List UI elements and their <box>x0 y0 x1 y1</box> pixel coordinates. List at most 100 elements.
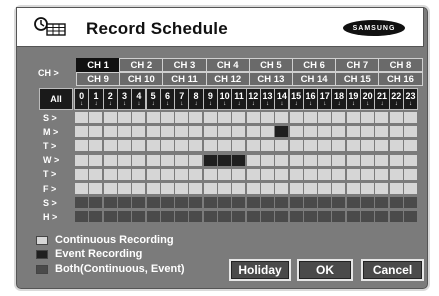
channel-ch10[interactable]: CH 10 <box>119 72 164 86</box>
schedule-cell[interactable] <box>318 197 332 209</box>
schedule-cell[interactable] <box>289 112 303 123</box>
hour-11-button[interactable]: 11 ↓ <box>231 88 247 110</box>
schedule-cell[interactable] <box>361 126 374 138</box>
schedule-cell[interactable] <box>75 183 88 194</box>
channel-ch15[interactable]: CH 15 <box>335 72 380 86</box>
schedule-cell[interactable] <box>346 112 360 123</box>
schedule-cell[interactable] <box>117 197 131 209</box>
schedule-cell[interactable] <box>117 183 131 194</box>
schedule-cell[interactable] <box>103 126 117 138</box>
channel-ch11[interactable]: CH 11 <box>162 72 207 86</box>
channel-ch3[interactable]: CH 3 <box>162 58 207 72</box>
schedule-cell[interactable] <box>189 211 203 223</box>
hour-4-button[interactable]: 4 ↓ <box>131 88 147 110</box>
hour-0-button[interactable]: 0 ↓ <box>74 88 90 110</box>
schedule-cell[interactable] <box>346 126 360 138</box>
schedule-cell[interactable] <box>75 126 88 138</box>
schedule-cell[interactable] <box>346 183 360 194</box>
schedule-cell[interactable] <box>189 154 203 166</box>
schedule-cell[interactable] <box>175 197 189 209</box>
hour-13-button[interactable]: 13 ↓ <box>259 88 276 110</box>
schedule-cell[interactable] <box>146 126 160 138</box>
schedule-cell[interactable] <box>146 211 160 223</box>
schedule-cell[interactable] <box>232 168 246 180</box>
day-row-label[interactable]: M > <box>39 125 73 138</box>
schedule-cell[interactable] <box>175 211 189 223</box>
schedule-cell[interactable] <box>89 211 103 223</box>
schedule-cell[interactable] <box>332 211 346 223</box>
schedule-cell[interactable] <box>218 154 231 166</box>
schedule-cell[interactable] <box>218 168 231 180</box>
channel-ch12[interactable]: CH 12 <box>205 72 250 86</box>
schedule-cell[interactable] <box>203 126 217 138</box>
channel-ch9[interactable]: CH 9 <box>76 72 121 86</box>
schedule-cell[interactable] <box>89 183 103 194</box>
schedule-cell[interactable] <box>160 140 174 152</box>
schedule-cell[interactable] <box>218 183 231 194</box>
schedule-cell[interactable] <box>346 211 360 223</box>
schedule-cell[interactable] <box>303 168 317 180</box>
channel-ch8[interactable]: CH 8 <box>378 58 423 72</box>
day-row-label[interactable]: F > <box>39 182 73 195</box>
schedule-cell[interactable] <box>146 197 160 209</box>
hour-8-button[interactable]: 8 ↓ <box>188 88 204 110</box>
schedule-cell[interactable] <box>289 197 303 209</box>
schedule-cell[interactable] <box>117 211 131 223</box>
schedule-cell[interactable] <box>318 126 332 138</box>
schedule-cell[interactable] <box>303 183 317 194</box>
schedule-cell[interactable] <box>117 154 131 166</box>
day-row-label[interactable]: W > <box>39 154 73 167</box>
schedule-cell[interactable] <box>346 154 360 166</box>
schedule-cell[interactable] <box>175 126 189 138</box>
schedule-cell[interactable] <box>303 112 317 123</box>
schedule-cell[interactable] <box>189 197 203 209</box>
schedule-cell[interactable] <box>175 154 189 166</box>
schedule-cell[interactable] <box>318 140 332 152</box>
schedule-cell[interactable] <box>375 112 389 123</box>
schedule-cell[interactable] <box>389 168 403 180</box>
schedule-cell[interactable] <box>260 140 274 152</box>
schedule-cell[interactable] <box>403 154 417 166</box>
schedule-cell[interactable] <box>189 168 203 180</box>
hour-16-button[interactable]: 16 ↓ <box>302 88 319 110</box>
hour-15-button[interactable]: 15 ↓ <box>288 88 304 110</box>
hour-18-button[interactable]: 18 ↓ <box>331 88 347 110</box>
schedule-cell[interactable] <box>260 197 274 209</box>
schedule-cell[interactable] <box>75 211 88 223</box>
schedule-cell[interactable] <box>389 211 403 223</box>
schedule-cell[interactable] <box>75 140 88 152</box>
channel-ch5[interactable]: CH 5 <box>248 58 293 72</box>
holiday-button[interactable]: Holiday <box>229 259 291 281</box>
schedule-cell[interactable] <box>275 183 289 194</box>
schedule-cell[interactable] <box>375 126 389 138</box>
hour-6-button[interactable]: 6 ↓ <box>159 88 176 110</box>
schedule-cell[interactable] <box>375 154 389 166</box>
schedule-cell[interactable] <box>403 168 417 180</box>
hour-5-button[interactable]: 5 ↓ <box>145 88 161 110</box>
schedule-cell[interactable] <box>375 183 389 194</box>
schedule-cell[interactable] <box>318 183 332 194</box>
schedule-cell[interactable] <box>303 197 317 209</box>
schedule-cell[interactable] <box>160 197 174 209</box>
schedule-cell[interactable] <box>289 183 303 194</box>
hour-19-button[interactable]: 19 ↓ <box>345 88 361 110</box>
schedule-cell[interactable] <box>246 211 260 223</box>
schedule-cell[interactable] <box>332 168 346 180</box>
schedule-cell[interactable] <box>332 126 346 138</box>
schedule-cell[interactable] <box>289 140 303 152</box>
schedule-cell[interactable] <box>103 197 117 209</box>
schedule-cell[interactable] <box>289 211 303 223</box>
schedule-cell[interactable] <box>361 168 374 180</box>
schedule-cell[interactable] <box>160 154 174 166</box>
schedule-cell[interactable] <box>361 112 374 123</box>
schedule-cell[interactable] <box>246 140 260 152</box>
schedule-cell[interactable] <box>389 126 403 138</box>
cancel-button[interactable]: Cancel <box>361 259 424 281</box>
schedule-cell[interactable] <box>103 112 117 123</box>
schedule-cell[interactable] <box>146 154 160 166</box>
schedule-cell[interactable] <box>260 168 274 180</box>
schedule-cell[interactable] <box>275 154 289 166</box>
channel-ch1[interactable]: CH 1 <box>76 58 121 72</box>
schedule-cell[interactable] <box>403 183 417 194</box>
schedule-cell[interactable] <box>160 211 174 223</box>
